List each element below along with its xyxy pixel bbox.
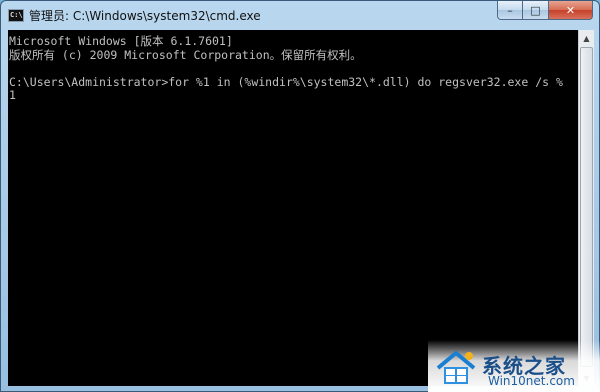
cmd-window: C:\ 管理员: C:\Windows\system32\cmd.exe – □… (0, 0, 600, 392)
window-title: 管理员: C:\Windows\system32\cmd.exe (29, 9, 261, 23)
console-line: 版权所有 (c) 2009 Microsoft Corporation。保留所有… (9, 47, 362, 62)
maximize-button[interactable]: □ (523, 1, 549, 20)
vertical-scrollbar[interactable]: ▲ ▼ (578, 30, 594, 386)
title-bar[interactable]: C:\ 管理员: C:\Windows\system32\cmd.exe – □… (1, 1, 599, 29)
site-watermark: 系统之家 Win10net.com (428, 340, 600, 392)
house-logo-icon (436, 351, 476, 384)
scroll-up-icon[interactable]: ▲ (579, 30, 594, 46)
console-line: 1 (9, 88, 16, 102)
scrollbar-thumb[interactable] (580, 47, 593, 367)
cmd-icon[interactable]: C:\ (8, 9, 24, 22)
minimize-button[interactable]: – (497, 1, 523, 20)
console-output[interactable]: Microsoft Windows [版本 6.1.7601] 版权所有 (c)… (8, 30, 578, 386)
close-button[interactable]: ✕ (549, 1, 593, 20)
watermark-url: Win10net.com (488, 374, 575, 388)
console-line: C:\Users\Administrator>for %1 in (%windi… (9, 74, 563, 89)
console-line: Microsoft Windows [版本 6.1.7601] (9, 34, 233, 48)
caption-buttons: – □ ✕ (497, 1, 593, 21)
